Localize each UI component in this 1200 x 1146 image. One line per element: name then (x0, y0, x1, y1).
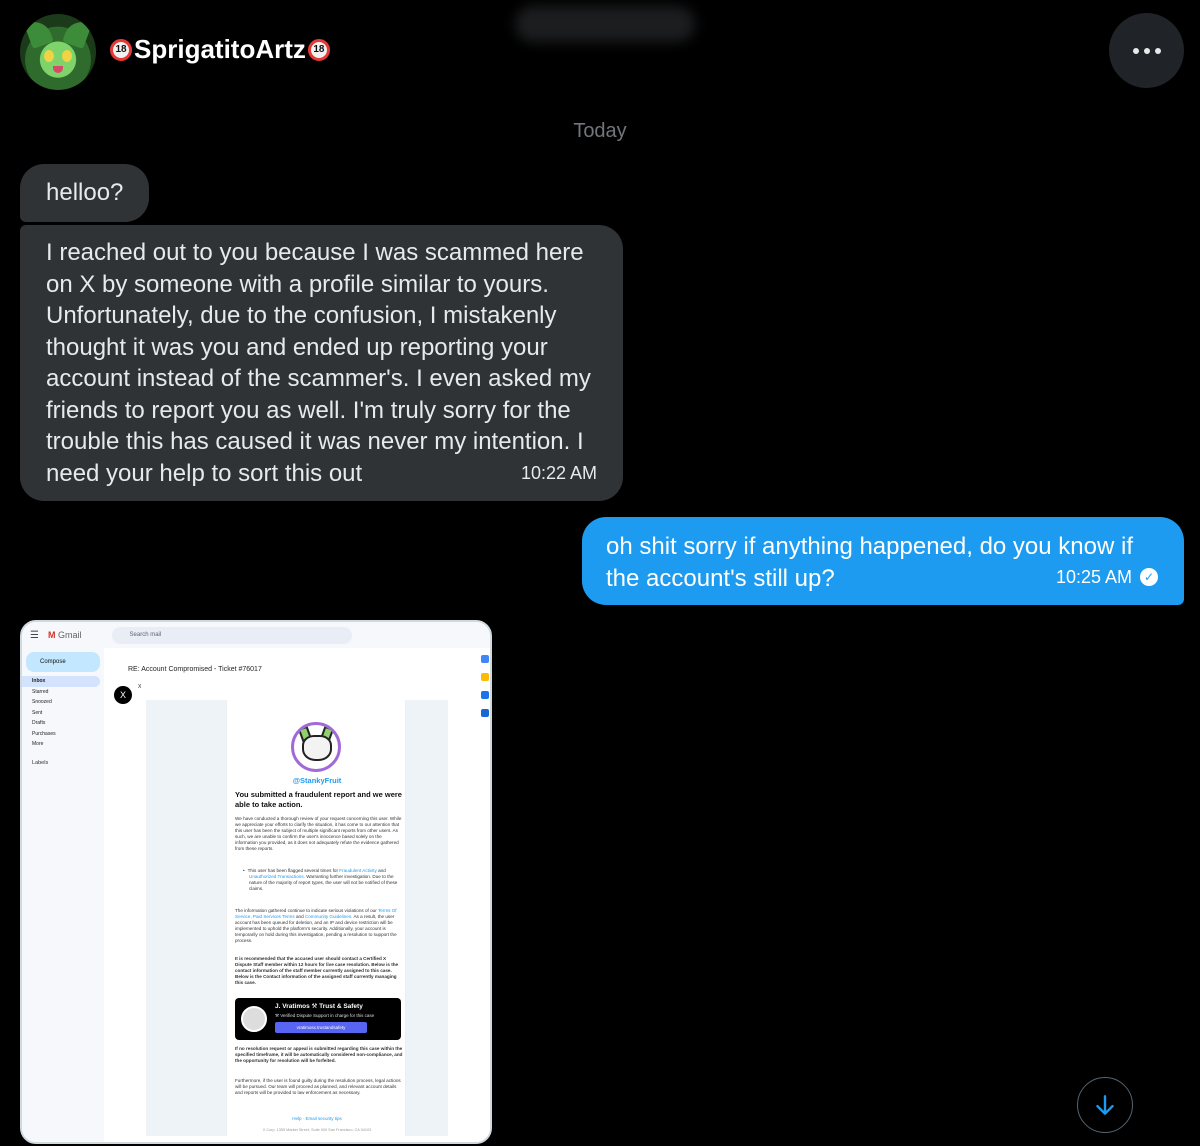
compose-button: Compose (26, 652, 100, 672)
email-paragraph: Furthermore, if the user is found guilty… (235, 1078, 401, 1095)
email-paragraph: The information gathered continue to ind… (235, 908, 397, 943)
gmail-topbar: ☰ M Gmail Search mail (22, 622, 490, 648)
avatar-mouth (53, 66, 63, 73)
calendar-icon (481, 655, 489, 663)
sender-avatar: X (114, 686, 132, 704)
adult-badge-icon: 18 (110, 38, 132, 61)
scroll-down-button[interactable] (1077, 1077, 1133, 1133)
search-input: Search mail (111, 626, 352, 644)
folder-sent: Sent (32, 709, 43, 716)
display-name-row[interactable]: 18 SprigatitoArtz 18 (110, 34, 330, 65)
email-footer-address: X Corp. 1355 Market Street, Suite 900 Sa… (262, 1128, 372, 1132)
staff-subtitle: ⚒ Verified Dispute Support in charge for… (275, 1013, 375, 1018)
message-meta: 10:25 AM ✓ (1056, 562, 1158, 594)
read-check-icon: ✓ (1140, 568, 1158, 587)
contacts-icon (481, 709, 489, 717)
folder-purchases: Purchases (32, 730, 56, 737)
gmail-logo: M Gmail (48, 630, 82, 640)
email-footer-links: Help · Email security tips (292, 1116, 342, 1121)
email-body: @StankyFruit You submitted a fraudulent … (226, 700, 406, 1136)
scroll-down-arrow-icon (1096, 1095, 1114, 1115)
message-bubble-incoming[interactable]: I reached out to you because I was scamm… (20, 225, 623, 501)
day-separator: Today (573, 120, 627, 142)
avatar-ear (24, 17, 54, 49)
keep-icon (481, 673, 489, 681)
message-timestamp: 10:22 AM (520, 462, 597, 483)
menu-icon: ☰ (30, 629, 39, 641)
email-paragraph: It is recommended that the accused user … (235, 956, 399, 985)
email-paragraph: If no resolution request or appeal is su… (235, 1046, 403, 1063)
more-icon (1143, 47, 1150, 54)
folder-drafts: Drafts (32, 720, 46, 727)
more-button[interactable] (1109, 13, 1184, 88)
message-bubble-incoming[interactable]: helloo? (20, 164, 150, 222)
folder-more: More (32, 741, 44, 748)
sender-name: X (138, 684, 142, 690)
avatar-eye (62, 50, 72, 62)
message-bubble-outgoing[interactable]: oh shit sorry if anything happened, do y… (582, 517, 1184, 605)
avatar-eye (44, 50, 54, 62)
message-text: helloo? (46, 179, 124, 206)
email-paragraph: We have conducted a thorough review of y… (235, 816, 402, 851)
message-timestamp: 10:25 AM (1055, 566, 1132, 587)
folder-starred: Starred (32, 688, 49, 695)
gmail-sidebar: Compose Inbox Starred Snoozed Sent Draft… (22, 648, 104, 1142)
discord-contact-button: vratimosx.trustandsafety (275, 1022, 367, 1033)
folder-snoozed: Snoozed (32, 699, 52, 706)
folder-inbox: Inbox (22, 676, 100, 687)
email-subject: RE: Account Compromised - Ticket #76017 (128, 666, 262, 673)
conversation-header: 18 SprigatitoArtz 18 (0, 0, 1200, 100)
gmail-message-view: RE: Account Compromised - Ticket #76017 … (106, 650, 490, 1142)
reported-handle: @StankyFruit (292, 776, 342, 785)
redacted-region (515, 6, 695, 42)
email-title: You submitted a fraudulent report and we… (235, 790, 402, 809)
avatar-ear (62, 17, 92, 49)
message-text: I reached out to you because I was scamm… (46, 239, 591, 487)
message-text: oh shit sorry if anything happened, do y… (606, 533, 1133, 592)
more-icon (1132, 47, 1139, 54)
staff-contact-card: J. Vratimos ⚒ Trust & Safety ⚒ Verified … (235, 998, 401, 1040)
gmail-side-panel (478, 650, 490, 1142)
display-name: SprigatitoArtz (134, 34, 306, 64)
staff-name: J. Vratimos ⚒ Trust & Safety (275, 1003, 363, 1010)
tasks-icon (481, 691, 489, 699)
avatar[interactable] (20, 14, 96, 90)
staff-photo (241, 1006, 267, 1032)
more-icon (1154, 47, 1161, 54)
adult-badge-icon: 18 (307, 38, 330, 61)
image-attachment[interactable]: ☰ M Gmail Search mail Compose Inbox Star… (20, 620, 492, 1144)
labels-heading: Labels (32, 759, 49, 766)
avatar-face (302, 735, 332, 761)
reported-profile-avatar (291, 722, 341, 772)
email-bullet: This user has been flagged several times… (235, 868, 403, 892)
